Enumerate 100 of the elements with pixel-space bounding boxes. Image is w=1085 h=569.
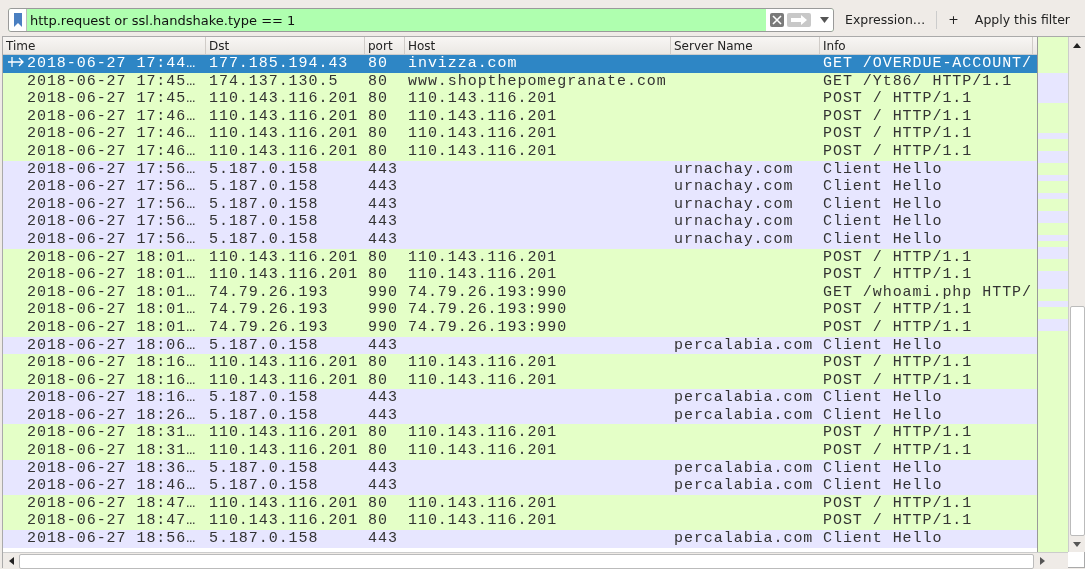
table-cell: 110.143.116.201 (408, 125, 558, 143)
table-cell: 443 (368, 406, 398, 424)
table-cell: POST / HTTP/1.1 (823, 318, 973, 336)
table-cell: 80 (368, 72, 388, 90)
packet-row[interactable]: 2018-06-27 17:46… 110.143.116.201 80 110.143.116.201 POST / HTTP/1.1 (3, 125, 1037, 143)
table-cell: 2018-06-27 18:46… (27, 477, 197, 495)
table-cell: 2018-06-27 18:26… (27, 406, 197, 424)
table-cell: 5.187.0.158 (209, 530, 319, 548)
table-cell: 2018-06-27 18:01… (27, 283, 197, 301)
packet-row[interactable]: 2018-06-27 18:46… 5.187.0.158 443 percalabia.com Client Hello (3, 477, 1037, 495)
clear-icon[interactable] (770, 13, 784, 27)
table-cell: 110.143.116.201 (408, 442, 558, 460)
bookmark-icon[interactable] (13, 13, 22, 27)
table-cell: POST / HTTP/1.1 (823, 494, 973, 512)
packet-row[interactable]: 2018-06-27 18:31… 110.143.116.201 80 110.143.116.201 POST / HTTP/1.1 (3, 424, 1037, 443)
table-cell: 74.79.26.193:990 (408, 301, 568, 319)
table-cell: 80 (368, 125, 388, 143)
table-cell: www.shopthepomegranate.com (408, 72, 667, 90)
expression-button[interactable]: Expression… (840, 10, 931, 30)
table-cell: 2018-06-27 17:44… (27, 55, 197, 72)
filter-field[interactable]: http.request or ssl.handshake.type == 1 (27, 12, 766, 28)
table-cell: 74.79.26.193 (209, 283, 329, 301)
table-cell: 80 (368, 442, 388, 460)
table-cell: POST / HTTP/1.1 (823, 248, 973, 266)
table-cell: 2018-06-27 18:31… (27, 424, 197, 442)
table-cell: urnachay.com (674, 195, 794, 213)
table-cell: 2018-06-27 17:46… (27, 142, 197, 160)
table-cell: POST / HTTP/1.1 (823, 142, 973, 160)
table-cell: 2018-06-27 18:16… (27, 371, 197, 389)
packet-row[interactable]: 2018-06-27 17:56… 5.187.0.158 443 urnachay.com Client Hello (3, 178, 1037, 196)
table-cell: 80 (368, 354, 388, 372)
add-button[interactable]: + (943, 10, 964, 30)
table-cell: 2018-06-27 17:45… (27, 90, 197, 108)
table-cell: 2018-06-27 18:36… (27, 459, 197, 477)
table-cell: Client Hello (823, 459, 943, 477)
table-cell: POST / HTTP/1.1 (823, 301, 973, 319)
table-cell: 2018-06-27 18:01… (27, 301, 197, 319)
table-cell: urnachay.com (674, 178, 794, 196)
table-cell: Client Hello (823, 160, 943, 178)
table-cell: 110.143.116.201 (209, 494, 359, 512)
table-cell: 2018-06-27 17:56… (27, 178, 197, 196)
table-cell: 110.143.116.201 (209, 248, 359, 266)
table-cell: POST / HTTP/1.1 (823, 90, 973, 108)
table-cell: 443 (368, 213, 398, 231)
table-cell: 2018-06-27 17:45… (27, 72, 197, 90)
table-cell: 2018-06-27 17:56… (27, 230, 197, 248)
table-cell: Client Hello (823, 406, 943, 424)
table-cell: 80 (368, 371, 388, 389)
table-cell: 80 (368, 107, 388, 125)
table-cell: percalabia.com (674, 530, 814, 548)
dropdown-icon[interactable] (820, 17, 829, 23)
table-cell: 443 (368, 160, 398, 178)
packet-row[interactable]: 2018-06-27 18:56… 5.187.0.158 443 percalabia.com Client Hello (3, 530, 1037, 548)
column-header[interactable]: Time (3, 37, 206, 54)
table-cell: 990 (368, 318, 398, 336)
packet-row[interactable]: 2018-06-27 17:45… 110.143.116.201 80 110.143.116.201 POST / HTTP/1.1 (3, 90, 1037, 108)
table-cell: 74.79.26.193:990 (408, 283, 568, 301)
table-cell: 110.143.116.201 (209, 371, 359, 389)
filter-bar[interactable]: http.request or ssl.handshake.type == 1 (8, 8, 834, 32)
column-header[interactable]: Dst (206, 37, 365, 54)
table-cell: 443 (368, 477, 398, 495)
column-header[interactable]: port (365, 37, 405, 54)
packet-row[interactable]: 2018-06-27 18:01… 74.79.26.193 990 74.79.26.193:990 POST / HTTP/1.1 (3, 301, 1037, 319)
packet-row[interactable]: 2018-06-27 18:31… 110.143.116.201 80 110.143.116.201 POST / HTTP/1.1 (3, 442, 1037, 460)
table-cell: 2018-06-27 17:56… (27, 213, 197, 231)
table-cell: Client Hello (823, 213, 943, 231)
table-cell: 2018-06-27 18:01… (27, 266, 197, 284)
packet-row[interactable]: 2018-06-27 18:01… 110.143.116.201 80 110.143.116.201 POST / HTTP/1.1 (3, 266, 1037, 284)
table-cell: 990 (368, 301, 398, 319)
table-cell: 110.143.116.201 (209, 90, 359, 108)
table-cell: 5.187.0.158 (209, 160, 319, 178)
apply-filter-button[interactable]: Apply this filter (969, 10, 1075, 30)
table-cell: 2018-06-27 17:56… (27, 195, 197, 213)
packet-row[interactable]: 2018-06-27 18:16… 5.187.0.158 443 percalabia.com Client Hello (3, 389, 1037, 407)
table-cell: 110.143.116.201 (408, 354, 558, 372)
packet-row[interactable]: 2018-06-27 17:56… 5.187.0.158 443 urnachay.com Client Hello (3, 213, 1037, 231)
column-header[interactable]: Server Name (671, 37, 820, 54)
table-cell: 74.79.26.193 (209, 301, 329, 319)
table-cell: 443 (368, 230, 398, 248)
table-cell: GET /whoami.php HTTP/ (823, 283, 1032, 301)
column-header[interactable]: Host (405, 37, 671, 54)
table-cell: 2018-06-27 17:46… (27, 107, 197, 125)
packet-row[interactable]: 2018-06-27 18:47… 110.143.116.201 80 110.143.116.201 POST / HTTP/1.1 (3, 512, 1037, 531)
table-cell: POST / HTTP/1.1 (823, 354, 973, 372)
table-cell: 80 (368, 55, 388, 72)
table-cell: 443 (368, 389, 398, 407)
table-cell: 443 (368, 459, 398, 477)
table-cell: 80 (368, 266, 388, 284)
table-cell: 5.187.0.158 (209, 336, 319, 354)
table-cell: POST / HTTP/1.1 (823, 266, 973, 284)
table-cell: 5.187.0.158 (209, 459, 319, 477)
packet-row[interactable]: 2018-06-27 18:16… 110.143.116.201 80 110.143.116.201 POST / HTTP/1.1 (3, 354, 1037, 372)
table-cell: 5.187.0.158 (209, 477, 319, 495)
table-cell: POST / HTTP/1.1 (823, 424, 973, 442)
table-cell: GET /Yt86/ HTTP/1.1 (823, 72, 1013, 90)
table-cell: 110.143.116.201 (408, 512, 558, 530)
packet-row[interactable]: 2018-06-27 17:44… 177.185.194.43 80 invizza.com GET /OVERDUE-ACCOUNT/ (3, 55, 1037, 73)
column-header[interactable]: Info (820, 37, 1033, 54)
table-cell: POST / HTTP/1.1 (823, 125, 973, 143)
table-cell: urnachay.com (674, 230, 794, 248)
